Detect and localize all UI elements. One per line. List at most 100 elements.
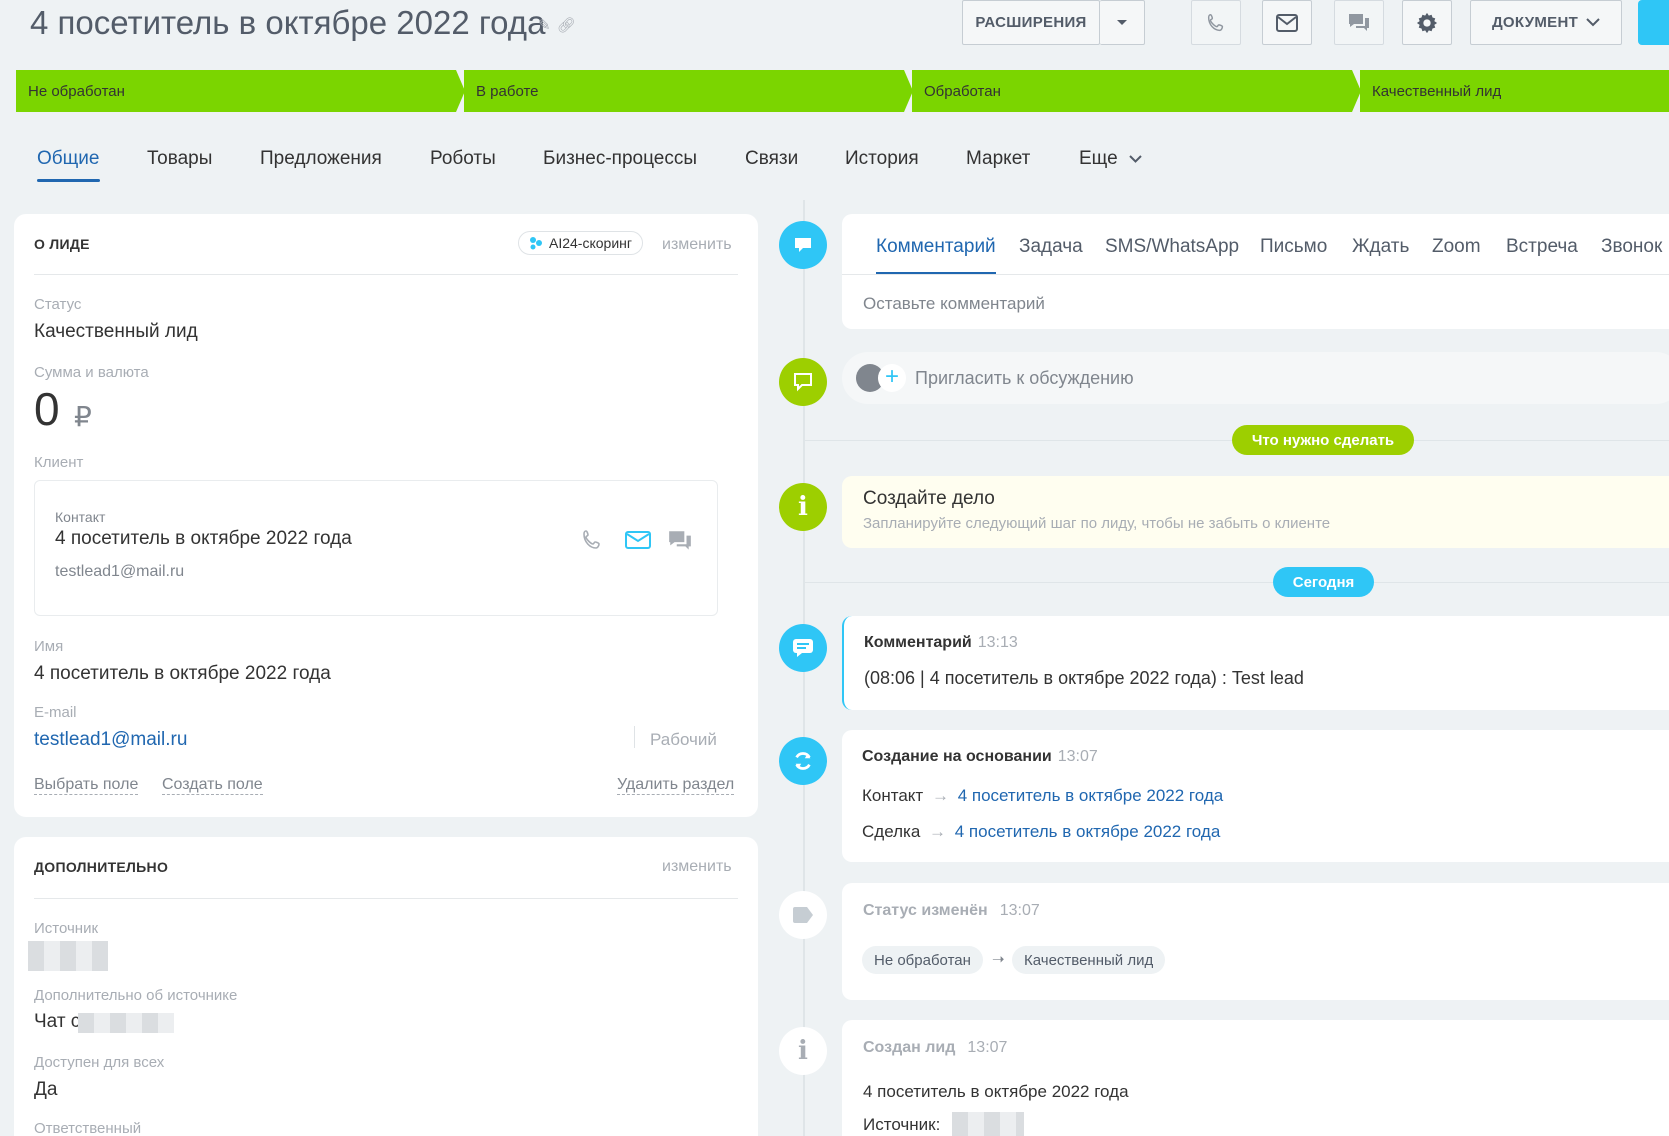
stage-label: Не обработан <box>28 82 125 100</box>
stage-in-progress[interactable]: В работе <box>464 70 904 112</box>
create-field-link[interactable]: Создать поле <box>162 776 263 795</box>
lead-created-source-label: Источник: <box>863 1115 941 1134</box>
comment-composer: Комментарий Задача SMS/WhatsApp Письмо Ж… <box>842 214 1669 329</box>
arrow-right-icon: ➝ <box>992 951 1005 968</box>
extensions-button[interactable]: РАСШИРЕНИЯ <box>962 0 1100 45</box>
source-more-label: Дополнительно об источнике <box>34 987 238 1004</box>
edit-link[interactable]: изменить <box>662 236 732 254</box>
delete-section-link[interactable]: Удалить раздел <box>617 776 735 795</box>
comment-input[interactable]: Оставьте комментарий <box>863 294 1045 314</box>
divider <box>34 274 738 275</box>
chevron-down-icon <box>1586 18 1600 27</box>
contact-email[interactable]: testlead1@mail.ru <box>55 563 184 581</box>
edit-pencil-icon[interactable]: ✎ <box>538 17 551 34</box>
stage-not-processed[interactable]: Не обработан <box>16 70 456 112</box>
row-label: Сделка <box>862 822 921 841</box>
divider <box>34 898 738 899</box>
email-type-divider <box>634 726 635 748</box>
event-title-text: Создан лид <box>863 1039 956 1056</box>
event-time: 13:07 <box>967 1039 1008 1056</box>
create-task-title: Создайте дело <box>863 488 995 509</box>
event-title: Создание на основании 13:07 <box>862 748 1098 766</box>
currency-sign: ₽ <box>74 401 92 432</box>
copy-link-icon[interactable]: 🔗︎ <box>557 17 576 34</box>
chevron-down-icon <box>1129 155 1142 163</box>
email-label: E-mail <box>34 704 77 721</box>
tab-robots[interactable]: Роботы <box>430 148 496 170</box>
composer-tab-sms[interactable]: SMS/WhatsApp <box>1105 236 1239 258</box>
tab-products[interactable]: Товары <box>147 148 212 170</box>
section-title: ДОПОЛНИТЕЛЬНО <box>34 859 169 875</box>
gear-icon <box>1416 12 1438 33</box>
divider <box>842 274 1669 275</box>
event-title: Комментарий 13:13 <box>864 634 1018 652</box>
created-from-contact-row: Контакт → 4 посетитель в октябре 2022 го… <box>862 786 1223 806</box>
tab-more-label: Еще <box>1079 148 1118 169</box>
composer-tab-zoom[interactable]: Zoom <box>1432 236 1481 258</box>
tab-offers[interactable]: Предложения <box>260 148 382 170</box>
deal-link[interactable]: 4 посетитель в октябре 2022 года <box>955 822 1221 841</box>
composer-tab-comment[interactable]: Комментарий <box>876 236 996 258</box>
contact-name[interactable]: 4 посетитель в октябре 2022 года <box>55 528 352 550</box>
extensions-dropdown-button[interactable] <box>1100 0 1145 45</box>
tab-more[interactable]: Еще <box>1079 148 1142 170</box>
tab-market[interactable]: Маркет <box>966 148 1030 170</box>
tab-general[interactable]: Общие <box>37 148 99 170</box>
composer-tab-email[interactable]: Письмо <box>1260 236 1327 258</box>
create-task-card[interactable]: Создайте дело Запланируйте следующий шаг… <box>842 476 1669 548</box>
composer-tab-wait[interactable]: Ждать <box>1352 236 1409 258</box>
tag-icon <box>793 907 813 923</box>
comment-icon <box>793 639 813 657</box>
event-title-text: Создание на основании <box>862 748 1052 765</box>
event-time: 13:13 <box>977 634 1018 651</box>
chat-icon[interactable] <box>667 529 693 553</box>
composer-tab-task[interactable]: Задача <box>1019 236 1083 258</box>
document-button[interactable]: ДОКУМЕНТ <box>1470 0 1622 45</box>
invite-to-discussion[interactable]: + Пригласить к обсуждению <box>842 352 1669 404</box>
caret-down-icon <box>1117 19 1127 25</box>
chat-button[interactable] <box>1334 0 1384 45</box>
settings-button[interactable] <box>1402 0 1452 45</box>
refresh-icon <box>795 752 811 770</box>
email-value-link[interactable]: testlead1@mail.ru <box>34 729 187 751</box>
tab-history[interactable]: История <box>845 148 919 170</box>
comment-event-card: Комментарий 13:13 (08:06 | 4 посетитель в… <box>842 616 1669 710</box>
envelope-icon[interactable] <box>625 531 651 549</box>
tab-business-processes[interactable]: Бизнес-процессы <box>543 148 697 170</box>
status-value: Качественный лид <box>34 321 198 342</box>
event-title-text: Статус изменён <box>863 902 988 919</box>
status-to-chip: Качественный лид <box>1012 946 1166 974</box>
stage-processed[interactable]: Обработан <box>912 70 1352 112</box>
chat-bubble-icon <box>795 238 811 252</box>
edit-link[interactable]: изменить <box>662 858 732 876</box>
lead-created-source-redacted <box>952 1112 1024 1136</box>
client-contact-box: Контакт 4 посетитель в октябре 2022 года… <box>34 480 718 616</box>
chat-icon <box>1349 13 1369 31</box>
primary-action-button[interactable] <box>1638 0 1669 45</box>
source-more-redacted <box>78 1013 174 1033</box>
contact-link[interactable]: 4 посетитель в октябре 2022 года <box>958 786 1224 805</box>
arrow-right-icon: → <box>931 786 949 805</box>
tab-links[interactable]: Связи <box>745 148 798 170</box>
row-label: Контакт <box>862 786 924 805</box>
call-button[interactable] <box>1191 0 1241 45</box>
ai-scoring-badge[interactable]: AI24-скоринг <box>518 231 643 255</box>
composer-tab-meeting[interactable]: Встреча <box>1506 236 1578 258</box>
section-title: О ЛИДЕ <box>34 236 90 252</box>
composer-tab-call[interactable]: Звонок <box>1601 236 1662 258</box>
event-title: Создан лид 13:07 <box>863 1039 1007 1057</box>
email-type: Рабочий <box>650 730 717 749</box>
stage-qualified-lead[interactable]: Качественный лид <box>1360 70 1669 112</box>
event-time: 13:07 <box>1057 748 1098 765</box>
event-title-text: Комментарий <box>864 634 972 651</box>
ai-scoring-label: AI24-скоринг <box>549 235 632 251</box>
sum-value: 0 <box>34 383 60 435</box>
status-changed-card: Статус изменён 13:07 Не обработан ➝ Качес… <box>842 883 1669 1000</box>
source-label: Источник <box>34 920 99 937</box>
chat-bubble-icon <box>794 373 812 392</box>
choose-field-link[interactable]: Выбрать поле <box>34 776 139 795</box>
lead-created-card: Создан лид 13:07 4 посетитель в октябре 2… <box>842 1020 1669 1136</box>
phone-icon[interactable] <box>580 528 604 552</box>
email-button[interactable] <box>1262 0 1312 45</box>
source-value-redacted <box>28 941 108 971</box>
